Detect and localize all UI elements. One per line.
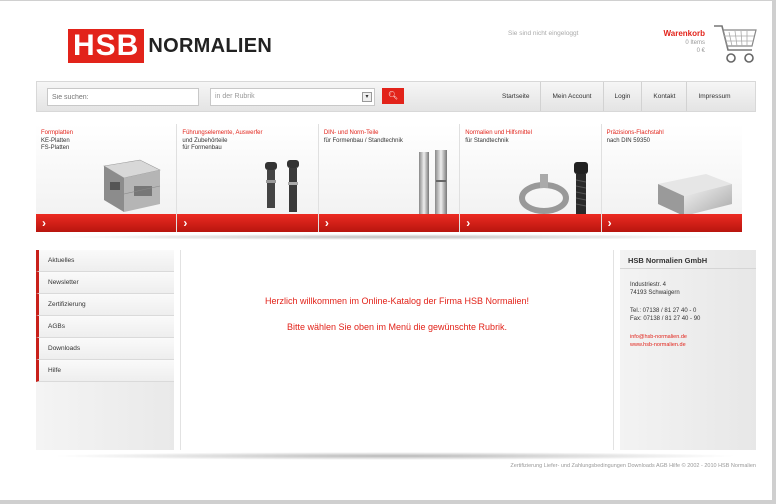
category-subtitle: für Standtechnik (465, 138, 509, 144)
category-bar[interactable]: › (36, 214, 177, 232)
company-email-link[interactable]: info@hsb-normalien.de (620, 333, 756, 341)
category-bar[interactable]: › (601, 214, 743, 232)
welcome-instruction: Bitte wählen Sie oben im Menü die gewüns… (286, 322, 508, 332)
category-praezisions-flachstahl[interactable]: Präzisions-Flachstahl nach DIN 59350 › (600, 124, 743, 232)
category-subtitle: für Formenbau / Standtechnik (323, 138, 403, 144)
sidebar-item-hilfe[interactable]: Hilfe (36, 360, 174, 382)
category-formplatten[interactable]: Formplatten KE-Platten FS-Platten › (36, 124, 177, 232)
guide-pins-image (265, 160, 300, 212)
category-subtitle: KE-Platten FS-Platten (41, 138, 70, 151)
company-city: 74193 Schwaigern (630, 290, 680, 296)
category-strip: Formplatten KE-Platten FS-Platten › Führ… (36, 124, 743, 232)
company-info-panel: HSB Normalien GmbH Industriestr. 4 74193… (620, 250, 756, 450)
nav-startseite[interactable]: Startseite (491, 82, 540, 111)
welcome-heading: Herzlich willkommen im Online-Katalog de… (264, 296, 530, 306)
logo-mark: HSB (68, 29, 145, 63)
shadow-divider (50, 452, 740, 460)
chevron-right-icon: › (324, 216, 329, 230)
sidebar-menu: Aktuelles Newsletter Zertifizierung AGBs… (36, 250, 174, 450)
category-subtitle: nach DIN 59350 (606, 138, 650, 144)
chevron-right-icon: › (183, 216, 188, 230)
category-title[interactable]: Formplatten (41, 130, 73, 136)
category-din-normteile[interactable]: DIN- und Norm-Teile für Formenbau / Stan… (317, 124, 460, 232)
sidebar-item-downloads[interactable]: Downloads (36, 338, 174, 360)
chevron-right-icon: › (42, 216, 46, 230)
chevron-right-icon: › (607, 216, 612, 230)
cart-title[interactable]: Warenkorb (625, 29, 706, 38)
search-button[interactable]: 🔍︎ (382, 88, 404, 104)
cart-total: 0 € (696, 48, 705, 54)
eyebolt-screw-image (519, 162, 589, 216)
chevron-right-icon: › (466, 216, 471, 230)
category-select-label: in der Rubrik (215, 93, 255, 100)
cart-summary[interactable]: Warenkorb 0 Items 0 € (625, 29, 706, 54)
dropdown-arrow-icon[interactable]: ▾ (362, 92, 372, 102)
nav-login[interactable]: Login (602, 82, 642, 111)
search-icon: 🔍︎ (387, 91, 399, 100)
company-name: HSB Normalien GmbH (620, 250, 756, 269)
category-title[interactable]: DIN- und Norm-Teile (324, 130, 379, 136)
category-title[interactable]: Normalien und Hilfsmittel (465, 130, 532, 136)
company-fax: Fax: 07138 / 81 27 40 - 90 (630, 316, 701, 322)
category-title[interactable]: Präzisions-Flachstahl (607, 130, 664, 136)
footer-links[interactable]: Zertifizierung Liefer- und Zahlungsbedin… (330, 463, 756, 469)
search-input[interactable] (47, 88, 199, 106)
category-normalien-hilfsmittel[interactable]: Normalien und Hilfsmittel für Standtechn… (459, 124, 601, 232)
category-subtitle: und Zubehörteile für Formenbau (182, 138, 228, 151)
nav-mein-account[interactable]: Mein Account (540, 82, 602, 111)
category-select[interactable]: in der Rubrik ▾ (210, 88, 375, 106)
category-bar[interactable]: › (460, 214, 601, 232)
mold-plate-image (103, 159, 161, 212)
top-nav: Startseite Mein Account Login Kontakt Im… (491, 82, 742, 111)
shadow-divider (50, 234, 730, 240)
flat-steel-image (657, 174, 732, 216)
sidebar-item-agbs[interactable]: AGBs (36, 316, 174, 338)
company-street: Industriestr. 4 (630, 282, 667, 288)
category-bar[interactable]: › (177, 214, 318, 232)
sidebar-item-zertifizierung[interactable]: Zertifizierung (36, 294, 174, 316)
company-web-link[interactable]: www.hsb-normalien.de (620, 341, 756, 349)
company-phone: Tel.: 07138 / 81 27 40 - 0 (630, 308, 697, 314)
category-fuehrungselemente[interactable]: Führungselemente, Auswerfer und Zubehört… (176, 124, 318, 232)
sidebar-item-aktuelles[interactable]: Aktuelles (36, 250, 174, 272)
shopping-cart-icon[interactable] (712, 22, 760, 66)
category-title[interactable]: Führungselemente, Auswerfer (182, 130, 262, 136)
main-content: Herzlich willkommen im Online-Katalog de… (180, 250, 614, 450)
logo[interactable]: HSB NORMALIEN (68, 29, 273, 63)
sidebar-item-newsletter[interactable]: Newsletter (36, 272, 174, 294)
cart-items: 0 Items (685, 40, 705, 46)
login-status: Sie sind nicht eingeloggt (508, 30, 579, 37)
nav-kontakt[interactable]: Kontakt (641, 82, 686, 111)
nav-impressum[interactable]: Impressum (686, 82, 741, 111)
category-bar[interactable]: › (318, 214, 460, 232)
logo-text: NORMALIEN (148, 34, 273, 57)
navigation-bar: in der Rubrik ▾ 🔍︎ Startseite Mein Accou… (36, 81, 756, 112)
